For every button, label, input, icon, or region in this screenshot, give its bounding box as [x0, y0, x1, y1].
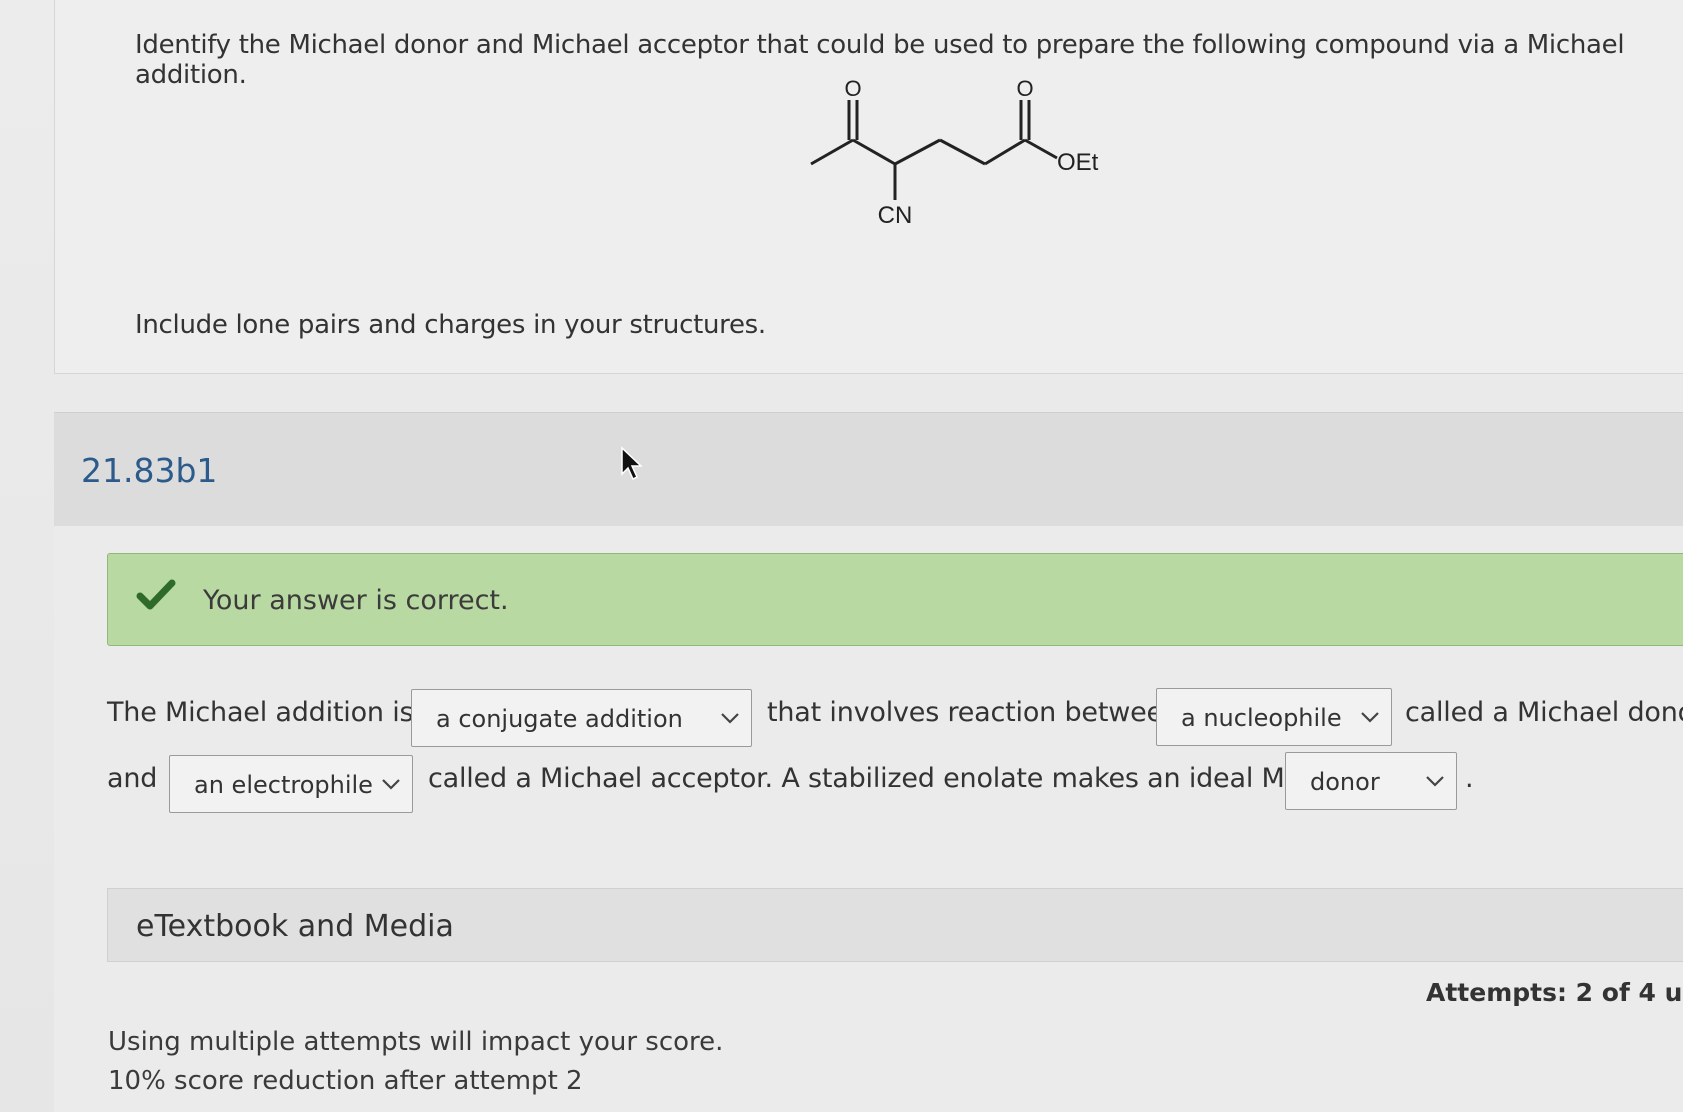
acceptor-role-value: an electrophile [194, 771, 373, 799]
ester-label: OEt [1057, 149, 1099, 176]
donor-role-value: a nucleophile [1181, 704, 1342, 732]
page: Identify the Michael donor and Michael a… [0, 0, 1683, 1112]
sentence-part-2: that involves reaction between [767, 697, 1180, 728]
enolate-role-dropdown[interactable]: donor [1285, 752, 1457, 810]
chevron-down-icon [1361, 712, 1379, 723]
molecule-structure: O O OEt CN [810, 78, 1099, 229]
score-policy-line-1: Using multiple attempts will impact your… [108, 1027, 724, 1057]
subquestion-header: 21.83b1 [54, 412, 1683, 526]
nitrile-label: CN [878, 202, 913, 229]
oxygen-label-1: O [844, 78, 861, 101]
sentence-part-5: called a Michael acceptor. A stabilized … [428, 763, 1364, 794]
score-policy-note: Using multiple attempts will impact your… [108, 1023, 723, 1101]
checkmark-icon [136, 579, 176, 610]
sentence-part-1: The Michael addition is [107, 697, 414, 728]
etextbook-media-title: eTextbook and Media [136, 909, 454, 944]
mouse-cursor-icon [621, 446, 643, 481]
chevron-down-icon [1426, 776, 1444, 787]
chevron-down-icon [382, 779, 400, 790]
acceptor-role-dropdown[interactable]: an electrophile [169, 755, 413, 813]
oxygen-label-2: O [1016, 78, 1033, 101]
enolate-role-value: donor [1310, 768, 1380, 796]
chevron-down-icon [721, 713, 739, 724]
addition-type-value: a conjugate addition [436, 705, 683, 733]
sentence-part-4: and [107, 763, 158, 794]
correct-answer-text: Your answer is correct. [203, 585, 509, 616]
lone-pairs-note: Include lone pairs and charges in your s… [135, 310, 766, 340]
correct-answer-banner: Your answer is correct. [107, 553, 1683, 646]
donor-role-dropdown[interactable]: a nucleophile [1156, 688, 1392, 746]
subquestion-id: 21.83b1 [81, 451, 218, 490]
question-card: Identify the Michael donor and Michael a… [54, 0, 1683, 374]
sentence-part-3: called a Michael donor [1405, 697, 1683, 728]
addition-type-dropdown[interactable]: a conjugate addition [411, 689, 752, 747]
attempts-counter: Attempts: 2 of 4 used [1426, 978, 1683, 1007]
score-policy-line-2: 10% score reduction after attempt 2 [108, 1066, 583, 1096]
etextbook-media-panel[interactable]: eTextbook and Media [107, 888, 1683, 962]
sentence-part-6: . [1465, 763, 1474, 794]
